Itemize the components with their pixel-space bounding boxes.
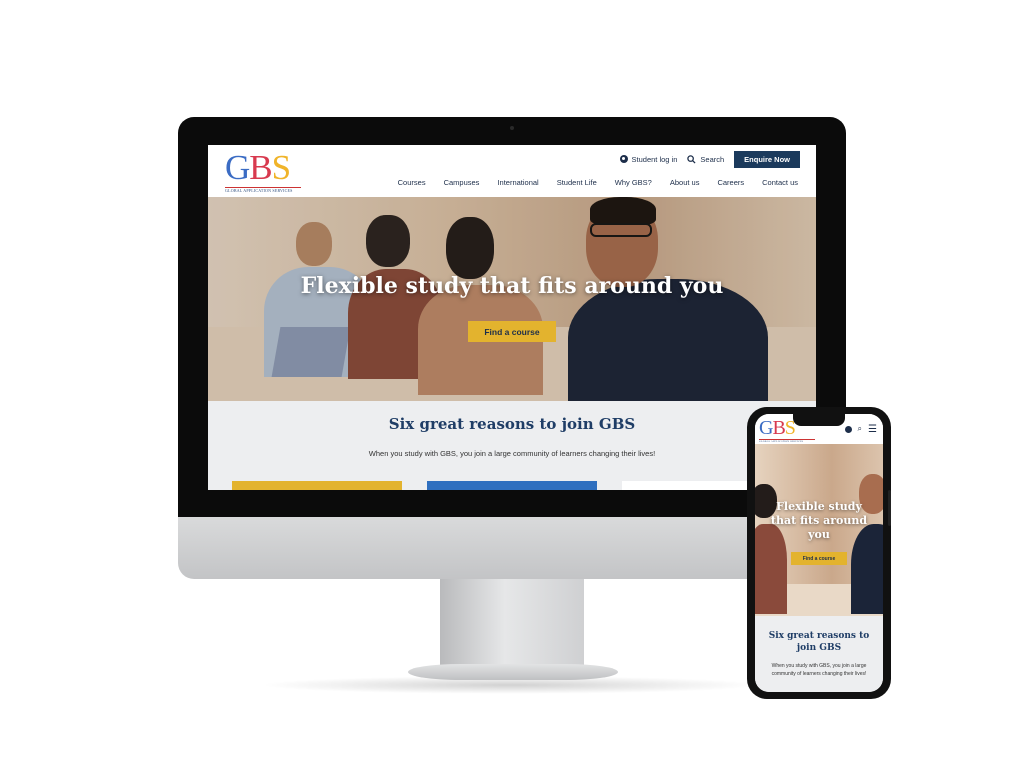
mobile-menu-icon[interactable]: ☰ — [868, 424, 877, 434]
mobile-search-icon[interactable]: ⌕ — [858, 424, 862, 434]
logo-letters: GBS — [225, 149, 305, 187]
hero-banner: Flexible study that fits around you Find… — [208, 197, 816, 401]
nav-item-about-us[interactable]: About us — [670, 178, 700, 187]
reasons-section: Six great reasons to join GBS When you s… — [208, 401, 816, 490]
user-icon — [619, 155, 628, 163]
hero-title: Flexible study that fits around you — [300, 273, 724, 299]
reason-card-1[interactable] — [232, 481, 402, 490]
site-header: GBS GLOBAL APPLICATION SERVICES Student … — [208, 145, 816, 197]
reason-card-2[interactable] — [427, 481, 597, 490]
reasons-subtitle: When you study with GBS, you join a larg… — [368, 449, 656, 458]
search-link[interactable]: Search — [687, 155, 724, 164]
enquire-now-button[interactable]: Enquire Now — [734, 150, 800, 168]
hero-overlay — [208, 197, 816, 401]
logo-letter-s: S — [271, 148, 291, 187]
imac-stand-neck — [440, 579, 584, 671]
nav-item-campuses[interactable]: Campuses — [444, 178, 480, 187]
gbs-logo[interactable]: GBS GLOBAL APPLICATION SERVICES — [225, 149, 305, 193]
nav-item-international[interactable]: International — [497, 178, 538, 187]
find-course-button[interactable]: Find a course — [468, 321, 556, 342]
mobile-hero: Flexible study that fits around you Find… — [755, 444, 883, 616]
student-login-link[interactable]: Student log in — [619, 154, 678, 164]
student-login-label: Student log in — [631, 154, 678, 164]
utility-bar: Student log in Search Enquire Now — [619, 150, 800, 168]
nav-item-courses[interactable]: Courses — [398, 178, 426, 187]
mobile-reasons-section: Six great reasons to join GBS When you s… — [755, 616, 883, 692]
main-nav: Courses Campuses International Student L… — [398, 178, 798, 187]
desktop-screen: GBS GLOBAL APPLICATION SERVICES Student … — [208, 145, 816, 490]
mobile-screen: GBS GLOBAL APPLICATION SERVICES ⌕ ☰ Flex… — [755, 414, 883, 692]
search-label: Search — [700, 154, 725, 164]
mobile-logo-letter-b: B — [772, 417, 785, 439]
mobile-reasons-subtitle: When you study with GBS, you join a larg… — [771, 663, 867, 677]
mobile-user-icon[interactable] — [844, 425, 852, 433]
mobile-logo-letter-g: G — [759, 417, 773, 439]
mobile-reasons-title: Six great reasons to join GBS — [768, 631, 870, 653]
logo-tagline: GLOBAL APPLICATION SERVICES — [225, 187, 301, 193]
nav-item-why-gbs[interactable]: Why GBS? — [615, 178, 652, 187]
mobile-hero-title: Flexible study that fits around you — [770, 500, 868, 541]
imac-chin — [178, 517, 846, 579]
phone-side-button — [888, 490, 891, 526]
nav-item-contact-us[interactable]: Contact us — [762, 178, 798, 187]
mobile-find-course-button[interactable]: Find a course — [791, 552, 847, 565]
logo-letter-g: G — [225, 148, 250, 187]
search-icon — [687, 154, 696, 164]
nav-item-careers[interactable]: Careers — [717, 178, 744, 187]
logo-letter-b: B — [249, 148, 272, 187]
nav-item-student-life[interactable]: Student Life — [557, 178, 597, 187]
mobile-header-icons: ⌕ ☰ — [844, 424, 877, 434]
reasons-title: Six great reasons to join GBS — [388, 415, 636, 433]
mobile-logo-tagline: GLOBAL APPLICATION SERVICES — [759, 439, 815, 443]
phone-notch — [793, 414, 845, 426]
camera-icon — [510, 126, 514, 130]
imac-stand-base — [408, 664, 618, 680]
